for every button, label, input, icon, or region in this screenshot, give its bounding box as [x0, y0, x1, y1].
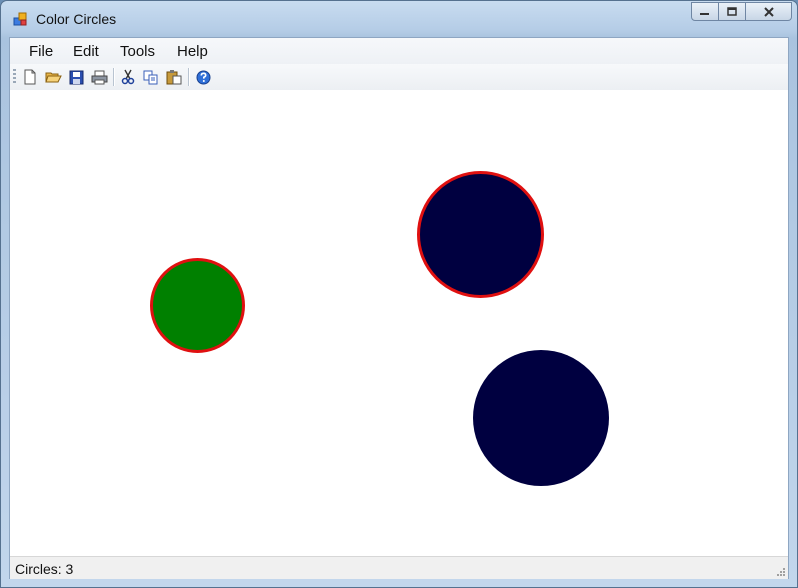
open-button[interactable] [44, 68, 62, 86]
menu-edit[interactable]: Edit [66, 42, 106, 62]
menu-tools[interactable]: Tools [113, 42, 162, 62]
tool-bar [10, 64, 788, 91]
toolbar-grip[interactable] [13, 69, 16, 85]
cut-button[interactable] [119, 68, 137, 86]
drawing-canvas[interactable] [10, 90, 788, 556]
status-bar: Circles: 3 [10, 556, 788, 579]
close-button[interactable] [746, 2, 792, 21]
menu-file[interactable]: File [22, 42, 60, 62]
open-icon [44, 72, 62, 83]
paste-button[interactable] [165, 68, 183, 86]
circle-navy-outlined[interactable] [417, 171, 544, 298]
save-icon [69, 70, 83, 84]
help-icon [196, 70, 210, 84]
client-area: File Edit Tools Help Circles: 3 [9, 37, 789, 579]
app-icon [13, 12, 27, 26]
cut-icon [121, 69, 135, 85]
size-grip-icon[interactable] [774, 565, 786, 577]
main-window: Color Circles File Edit Tools Help Circl… [0, 0, 798, 588]
menu-help[interactable]: Help [170, 42, 215, 62]
print-icon [91, 70, 107, 84]
copy-button[interactable] [142, 68, 160, 86]
menu-bar: File Edit Tools Help [10, 38, 788, 64]
toolbar-separator [188, 68, 190, 86]
help-button[interactable] [194, 68, 212, 86]
circle-navy[interactable] [473, 350, 609, 486]
paste-icon [166, 70, 182, 85]
toolbar-separator [113, 68, 115, 86]
copy-icon [143, 70, 158, 84]
circle-green[interactable] [150, 258, 245, 353]
minimize-icon [700, 12, 709, 15]
close-icon [763, 6, 774, 17]
restore-icon [726, 6, 737, 16]
circle-count-status: Circles: 3 [15, 561, 74, 577]
print-button[interactable] [90, 68, 108, 86]
save-button[interactable] [67, 68, 85, 86]
window-title: Color Circles [36, 11, 117, 27]
restore-button[interactable] [719, 2, 746, 21]
new-button[interactable] [21, 68, 39, 86]
minimize-button[interactable] [691, 2, 719, 21]
title-bar[interactable]: Color Circles [1, 1, 797, 37]
new-icon [24, 69, 36, 85]
